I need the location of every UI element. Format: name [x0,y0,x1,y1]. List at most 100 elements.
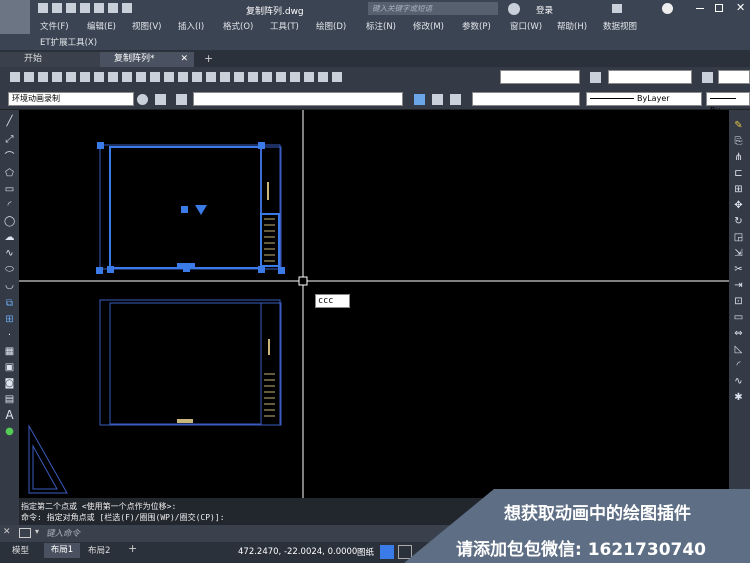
menu-draw[interactable]: 绘图(D) [316,20,346,32]
point-icon[interactable]: · [4,330,15,341]
erase-icon[interactable]: ✎ [733,120,744,131]
ellipse-arc-icon[interactable]: ◡ [4,280,15,291]
menu-insert[interactable]: 插入(I) [178,20,204,32]
add-selected-icon[interactable]: ● [4,426,15,437]
hatch-icon[interactable]: ▦ [4,346,15,357]
minimize-button[interactable] [696,8,704,9]
color-select[interactable] [472,92,580,106]
table-style-icon[interactable] [702,72,713,83]
login-link[interactable]: 登录 [536,4,553,16]
explode-icon[interactable]: ✱ [733,392,744,403]
menu-et-tools[interactable]: ET扩展工具(X) [40,36,97,48]
break-point-icon[interactable]: ⊡ [733,296,744,307]
sheet-set-icon[interactable] [276,72,286,82]
save-icon[interactable] [66,3,76,13]
table-icon[interactable]: ▤ [4,394,15,405]
command-input[interactable]: 键入命令 [46,527,486,540]
restore-button[interactable] [715,4,723,12]
new-icon[interactable] [10,72,20,82]
fillet-icon[interactable]: ◜ [733,360,744,371]
menu-window[interactable]: 窗口(W) [510,20,542,32]
polygon-icon[interactable]: ⬠ [4,168,15,179]
trim-icon[interactable]: ✂ [733,264,744,275]
gear-icon[interactable] [137,94,148,105]
help-icon[interactable] [662,3,673,14]
spline-icon[interactable]: ∿ [4,248,15,259]
scale-icon[interactable]: ◲ [733,232,744,243]
add-layout-button[interactable]: + [128,542,137,555]
layer-prev-icon[interactable] [414,94,425,105]
cmd-recent-icon[interactable]: ▾ [35,527,39,536]
cmd-customize-icon[interactable] [19,528,31,538]
menu-file[interactable]: 文件(F) [40,20,69,32]
cart-icon[interactable] [612,4,622,13]
design-center-icon[interactable] [248,72,258,82]
lineweight-select[interactable]: By [706,92,750,115]
mirror-icon[interactable]: ⋔ [733,152,744,163]
break-icon[interactable]: ▭ [733,312,744,323]
extend-icon[interactable]: ⇥ [733,280,744,291]
close-tab-icon[interactable]: ✕ [180,52,188,66]
print-icon[interactable] [94,3,104,13]
arc-icon[interactable]: ◜ [4,200,15,211]
dim-style-icon[interactable] [590,72,601,83]
polyline-icon[interactable]: ⌒ [4,152,15,163]
gradient-icon[interactable]: ▣ [4,362,15,373]
menu-help[interactable]: 帮助(H) [557,20,587,32]
circle-icon[interactable]: ◯ [4,216,15,227]
menu-format[interactable]: 格式(O) [223,20,253,32]
match-icon[interactable] [136,72,146,82]
publish-icon[interactable] [80,72,90,82]
cut-icon[interactable] [94,72,104,82]
zoom-prev-icon[interactable] [220,72,230,82]
text-style-icon[interactable] [332,72,342,82]
help-icon[interactable] [318,72,328,82]
tab-layout2[interactable]: 布局2 [88,544,124,557]
markup-icon[interactable] [290,72,300,82]
grid-icon[interactable] [380,545,394,559]
search-input[interactable]: 键入关键字或短语 [368,2,498,15]
properties-icon[interactable] [234,72,244,82]
dynamic-input-box[interactable]: ccc [315,294,350,308]
stretch-icon[interactable]: ⇲ [733,248,744,259]
redo-icon[interactable] [164,72,174,82]
menu-view[interactable]: 视图(V) [132,20,161,32]
text-style-select[interactable] [500,70,580,84]
zoom-window-icon[interactable] [206,72,216,82]
undo-icon[interactable] [150,72,160,82]
chamfer-icon[interactable]: ◺ [733,344,744,355]
drawing-frame-copy[interactable] [99,299,282,426]
tab-layout1[interactable]: 布局1 [44,543,80,558]
menu-tools[interactable]: 工具(T) [270,20,299,32]
new-icon[interactable] [38,3,48,13]
workspace-select[interactable]: 环境动画录制 [8,92,134,106]
offset-icon[interactable]: ⊏ [733,168,744,179]
add-tab-button[interactable]: + [204,52,213,65]
rotate-icon[interactable]: ↻ [733,216,744,227]
make-block-icon[interactable]: ⊞ [4,314,15,325]
redo-icon[interactable] [122,3,132,13]
insert-block-icon[interactable]: ⧉ [4,298,15,309]
ws-icon-1[interactable] [155,94,166,105]
layer-unlock-icon[interactable] [450,94,461,105]
model-space-toggle[interactable]: 图纸 [357,546,374,558]
mtext-icon[interactable]: A [4,409,15,421]
saveas-icon[interactable] [80,3,90,13]
copy-object-icon[interactable]: ⎘ [733,136,744,147]
menu-modify[interactable]: 修改(M) [413,20,444,32]
open-icon[interactable] [24,72,34,82]
tab-model[interactable]: 模型 [12,544,40,557]
snap-icon[interactable] [398,545,412,559]
line-icon[interactable]: ╱ [4,116,15,127]
user-icon[interactable] [508,3,520,15]
rectangle-icon[interactable]: ▭ [4,184,15,195]
menu-dimension[interactable]: 标注(N) [366,20,396,32]
drawing-frame-selected[interactable] [96,142,285,274]
layer-manager-icon[interactable] [176,94,187,105]
undo-icon[interactable] [108,3,118,13]
drawing-canvas[interactable]: ccc [19,110,729,498]
menu-dataview[interactable]: 数据视图 [603,20,637,32]
tab-start[interactable]: 开始 [0,52,100,67]
save-icon[interactable] [38,72,48,82]
region-icon[interactable]: ◙ [4,378,15,389]
